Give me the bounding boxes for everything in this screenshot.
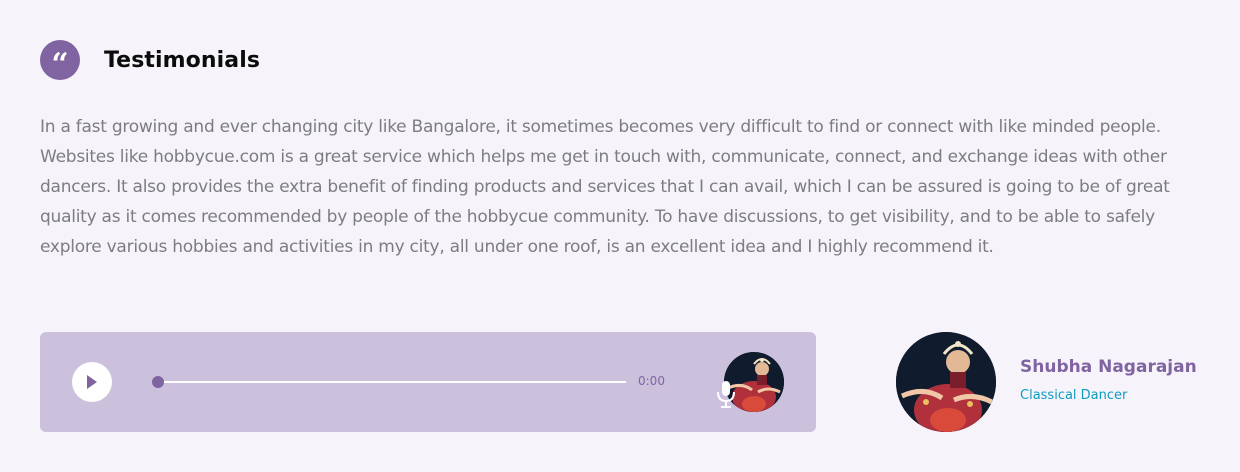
author-name: Shubha Nagarajan [1020, 357, 1197, 377]
quote-icon: “ [40, 40, 80, 80]
seek-knob[interactable] [152, 376, 164, 388]
quote-glyph: “ [51, 47, 69, 82]
audio-player: 0:00 [40, 332, 816, 432]
seek-track[interactable] [158, 381, 626, 383]
microphone-icon [717, 381, 735, 408]
playback-time: 0:00 [638, 374, 665, 388]
section-header: “ Testimonials [40, 40, 260, 80]
section-title: Testimonials [104, 47, 261, 73]
play-icon [87, 375, 97, 389]
testimonial-card: “ Testimonials In a fast growing and eve… [0, 0, 1240, 472]
play-button[interactable] [72, 362, 112, 402]
author-avatar [896, 332, 996, 432]
testimonial-text: In a fast growing and ever changing city… [40, 117, 1170, 257]
author-role: Classical Dancer [1020, 388, 1128, 403]
